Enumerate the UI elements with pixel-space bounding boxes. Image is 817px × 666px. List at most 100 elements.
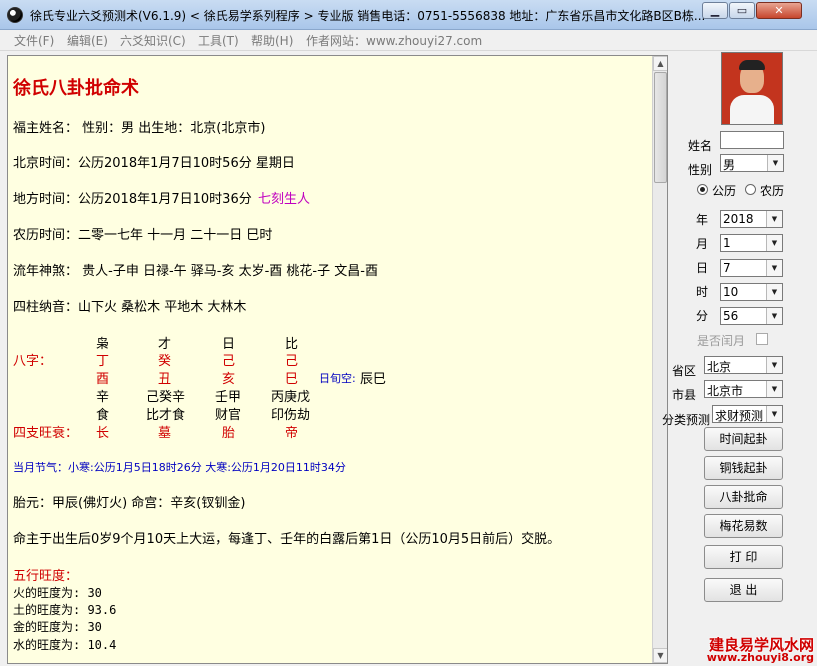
window-title: 徐氏专业六爻预测术(V6.1.9) < 徐氏易学系列程序 > 专业版 销售电话：… [30, 9, 706, 23]
canggan-shishen-hour: 印伤劫 [271, 408, 311, 423]
year-label: 年 [696, 213, 709, 227]
canggan-year: 辛 [96, 390, 110, 405]
chevron-down-icon[interactable]: ▼ [766, 211, 782, 227]
shensha-line: 流年神煞： 贵人-子申 日禄-午 驿马-亥 太岁-酉 桃花-子 文昌-酉 [13, 264, 378, 279]
chevron-down-icon[interactable]: ▼ [766, 260, 782, 276]
minute-value: 56 [723, 309, 739, 323]
local-time: 地方时间：公历2018年1月7日10时36分 [13, 192, 252, 207]
wangshuai-month: 墓 [158, 426, 172, 441]
stem-hour: 己 [285, 354, 299, 369]
branch-day: 亥 [222, 372, 236, 387]
coin-divination-button[interactable]: 铜钱起卦 [704, 456, 783, 480]
wangshuai-label: 四支旺衰： [13, 426, 79, 441]
chevron-down-icon[interactable]: ▼ [766, 406, 782, 422]
day-value: 7 [723, 261, 731, 275]
menu-knowledge[interactable]: 六爻知识(C) [120, 32, 186, 49]
canggan-month: 己癸辛 [146, 390, 186, 405]
category-label: 分类预测 [662, 413, 711, 427]
leap-month-checkbox[interactable] [756, 333, 768, 345]
scroll-up-icon[interactable]: ▲ [653, 56, 667, 71]
gender-select[interactable]: 男 ▼ [720, 154, 784, 172]
province-select[interactable]: 北京 ▼ [704, 356, 783, 374]
watermark: 建良易学风水网 www.zhouyi8.org [703, 634, 817, 666]
lunar-radio[interactable] [745, 184, 756, 195]
vertical-scrollbar[interactable]: ▲ ▼ [652, 56, 667, 663]
menu-website[interactable]: 作者网站：www.zhouyi27.com [306, 32, 482, 49]
gender-value: 男 [723, 158, 736, 172]
province-label: 省区 [672, 364, 697, 378]
name-label: 姓名 [688, 139, 713, 153]
nayin-line: 四柱纳音：山下火 桑松木 平地木 大林木 [13, 300, 247, 315]
city-select[interactable]: 北京市 ▼ [704, 380, 783, 398]
exit-button[interactable]: 退 出 [704, 578, 783, 602]
menu-help[interactable]: 帮助(H) [251, 32, 293, 49]
menu-edit[interactable]: 编辑(E) [67, 32, 108, 49]
solar-label: 公历 [712, 184, 737, 198]
chevron-down-icon[interactable]: ▼ [767, 155, 783, 171]
leap-month-label: 是否闰月 [697, 334, 746, 348]
lunar-label: 农历 [760, 184, 785, 198]
city-value: 北京市 [707, 384, 744, 398]
menu-file[interactable]: 文件(F) [14, 32, 54, 49]
bazi-label: 八字： [13, 354, 53, 369]
wuxing-title: 五行旺度： [13, 569, 79, 584]
hour-select[interactable]: 10 ▼ [720, 283, 783, 301]
bagua-fortune-button[interactable]: 八卦批命 [704, 485, 783, 509]
hour-value: 10 [723, 285, 739, 299]
document-heading: 徐氏八卦批命术 [13, 78, 139, 99]
chevron-down-icon[interactable]: ▼ [766, 235, 782, 251]
meihua-button[interactable]: 梅花易数 [704, 514, 783, 538]
stem-year: 丁 [96, 354, 110, 369]
minute-label: 分 [696, 309, 709, 323]
taiyuan-line: 胎元：甲辰(佛灯火) 命宫：辛亥(钗钏金) [13, 496, 246, 511]
local-time-note: 七刻生人 [258, 192, 311, 207]
maximize-icon: ▭ [736, 4, 748, 17]
scroll-thumb[interactable] [654, 72, 667, 183]
name-input[interactable] [720, 131, 784, 149]
minimize-button[interactable]: ▁ [702, 2, 728, 19]
month-select[interactable]: 1 ▼ [720, 234, 783, 252]
minimize-icon: ▁ [710, 4, 720, 17]
chevron-down-icon[interactable]: ▼ [766, 357, 782, 373]
canggan-hour: 丙庚戊 [271, 390, 311, 405]
title-bar[interactable]: 徐氏专业六爻预测术(V6.1.9) < 徐氏易学系列程序 > 专业版 销售电话：… [0, 0, 817, 30]
beijing-time: 北京时间：公历2018年1月7日10时56分 星期日 [13, 156, 295, 171]
canggan-shishen-month: 比才食 [146, 408, 186, 423]
month-label: 月 [696, 237, 709, 251]
taiji-app-icon [7, 7, 23, 23]
solar-radio[interactable] [697, 184, 708, 195]
author-photo [721, 52, 783, 125]
city-label: 市县 [672, 388, 697, 402]
maximize-button[interactable]: ▭ [729, 2, 755, 19]
branch-hour: 巳 [285, 372, 299, 387]
minute-select[interactable]: 56 ▼ [720, 307, 783, 325]
xunkong-value: 辰巳 [360, 372, 387, 387]
menu-tools[interactable]: 工具(T) [198, 32, 239, 49]
menu-bar: 文件(F) 编辑(E) 六爻知识(C) 工具(T) 帮助(H) 作者网站：www… [0, 30, 817, 51]
year-select[interactable]: 2018 ▼ [720, 210, 783, 228]
result-document[interactable]: 徐氏八卦批命术 福主姓名： 性别：男 出生地：北京(北京市) 北京时间：公历20… [7, 55, 668, 664]
wuxing-metal: 金的旺度为: 30 [13, 620, 102, 634]
canggan-day: 壬甲 [215, 390, 242, 405]
owner-line: 福主姓名： 性别：男 出生地：北京(北京市) [13, 121, 266, 136]
month-value: 1 [723, 236, 731, 250]
category-select[interactable]: 求财预测 ▼ [712, 405, 783, 423]
jieqi-line: 当月节气：小寒:公历1月5日18时26分 大寒:公历1月20日11时34分 [13, 461, 346, 474]
day-select[interactable]: 7 ▼ [720, 259, 783, 277]
canggan-shishen-day: 财官 [215, 408, 242, 423]
time-divination-button[interactable]: 时间起卦 [704, 427, 783, 451]
chevron-down-icon[interactable]: ▼ [766, 381, 782, 397]
chevron-down-icon[interactable]: ▼ [766, 308, 782, 324]
scroll-down-icon[interactable]: ▼ [653, 648, 667, 663]
gender-label: 性别 [688, 163, 713, 177]
hour-label: 时 [696, 285, 709, 299]
close-button[interactable]: ✕ [756, 2, 802, 19]
wangshuai-hour: 帝 [285, 426, 299, 441]
chevron-down-icon[interactable]: ▼ [766, 284, 782, 300]
stem-month: 癸 [158, 354, 172, 369]
xunkong-label: 日旬空: [319, 372, 356, 385]
wangshuai-year: 长 [96, 426, 110, 441]
wuxing-fire: 火的旺度为: 30 [13, 586, 102, 600]
canggan-shishen-year: 食 [96, 408, 110, 423]
print-button[interactable]: 打 印 [704, 545, 783, 569]
